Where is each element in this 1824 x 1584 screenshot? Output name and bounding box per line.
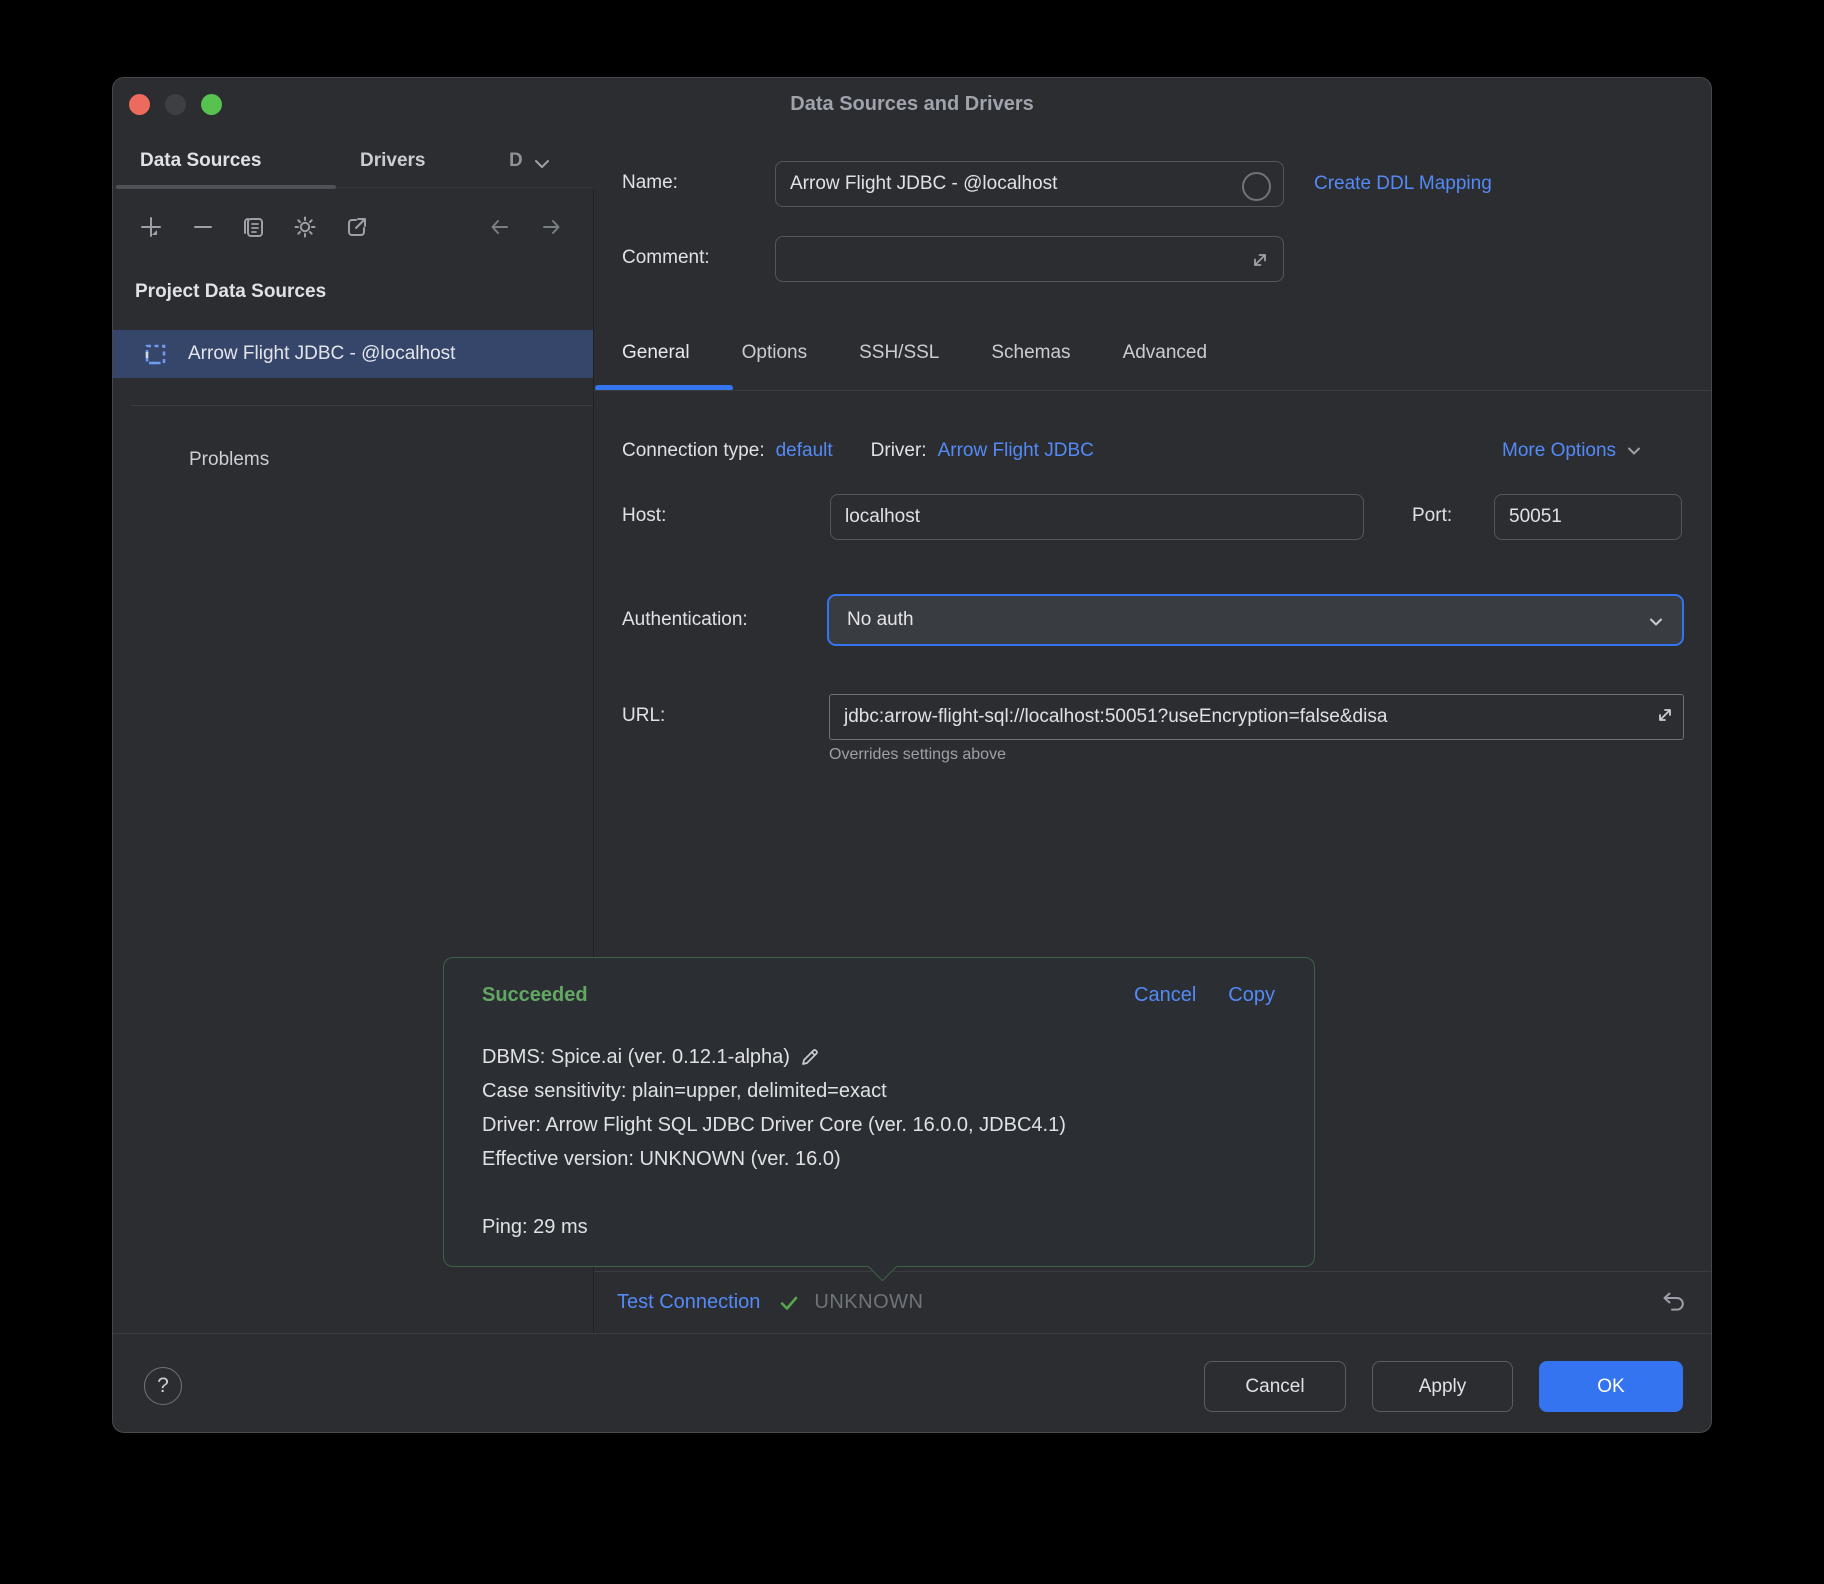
url-label: URL: bbox=[622, 705, 665, 727]
tab-data-sources[interactable]: Data Sources bbox=[140, 150, 261, 172]
tab-schemas[interactable]: Schemas bbox=[991, 342, 1070, 364]
titlebar: Data Sources and Drivers bbox=[113, 78, 1711, 140]
tab-advanced[interactable]: Advanced bbox=[1123, 342, 1208, 364]
question-mark-icon: ? bbox=[157, 1374, 169, 1398]
expand-icon[interactable] bbox=[1650, 700, 1680, 730]
more-options-link[interactable]: More Options bbox=[1502, 440, 1644, 462]
url-value: jdbc:arrow-flight-sql://localhost:50051?… bbox=[844, 706, 1387, 728]
host-value: localhost bbox=[845, 506, 920, 528]
status-succeeded: Succeeded bbox=[482, 984, 588, 1007]
form-tabs-divider bbox=[593, 390, 1712, 391]
tree-item-label: Arrow Flight JDBC - @localhost bbox=[188, 343, 455, 365]
project-data-sources-header: Project Data Sources bbox=[135, 281, 326, 303]
popup-body: DBMS: Spice.ai (ver. 0.12.1-alpha) Case … bbox=[482, 1040, 1284, 1244]
problems-label[interactable]: Problems bbox=[189, 449, 269, 471]
data-source-properties-button[interactable] bbox=[289, 211, 321, 243]
test-connection-link[interactable]: Test Connection bbox=[617, 1291, 760, 1314]
name-input[interactable]: Arrow Flight JDBC - @localhost bbox=[775, 161, 1284, 207]
authentication-label: Authentication: bbox=[622, 609, 748, 631]
driver-line: Driver: Arrow Flight SQL JDBC Driver Cor… bbox=[482, 1108, 1066, 1142]
dbms-line: DBMS: Spice.ai (ver. 0.12.1-alpha) bbox=[482, 1040, 790, 1074]
port-label: Port: bbox=[1412, 505, 1452, 527]
back-button[interactable] bbox=[484, 211, 516, 243]
case-sensitivity-line: Case sensitivity: plain=upper, delimited… bbox=[482, 1074, 887, 1108]
footer-divider bbox=[113, 1333, 1712, 1334]
comment-input[interactable] bbox=[775, 236, 1284, 282]
open-in-new-window-button[interactable] bbox=[341, 211, 373, 243]
authentication-value: No auth bbox=[847, 609, 914, 631]
tab-general[interactable]: General bbox=[622, 342, 690, 364]
tab-overflow-chevron-down-icon[interactable] bbox=[531, 153, 553, 175]
effective-version-line: Effective version: UNKNOWN (ver. 16.0) bbox=[482, 1142, 841, 1176]
create-ddl-mapping-link[interactable]: Create DDL Mapping bbox=[1314, 173, 1492, 195]
tab-drivers[interactable]: Drivers bbox=[360, 150, 426, 172]
port-value: 50051 bbox=[1509, 506, 1562, 528]
popup-cancel-link[interactable]: Cancel bbox=[1134, 984, 1196, 1007]
tab-ssh-ssl[interactable]: SSH/SSL bbox=[859, 342, 939, 364]
more-options-label: More Options bbox=[1502, 440, 1616, 462]
url-hint: Overrides settings above bbox=[829, 746, 1006, 764]
revert-button[interactable] bbox=[1659, 1288, 1689, 1318]
sidebar-divider bbox=[131, 405, 593, 406]
test-result-text: UNKNOWN bbox=[814, 1291, 923, 1314]
sidebar-toolbar bbox=[113, 211, 593, 245]
connection-type-label: Connection type: bbox=[622, 440, 765, 462]
sidebar-tabstrip: Data Sources Drivers D bbox=[113, 140, 593, 190]
tab-options[interactable]: Options bbox=[742, 342, 807, 364]
help-button[interactable]: ? bbox=[144, 1367, 182, 1405]
host-label: Host: bbox=[622, 505, 666, 527]
host-input[interactable]: localhost bbox=[830, 494, 1364, 540]
test-connection-row: Test Connection UNKNOWN bbox=[593, 1272, 1712, 1333]
driver-label: Driver: bbox=[871, 440, 927, 462]
apply-button[interactable]: Apply bbox=[1372, 1361, 1513, 1412]
cancel-button[interactable]: Cancel bbox=[1204, 1361, 1346, 1412]
expand-icon[interactable] bbox=[1246, 246, 1274, 274]
data-source-icon bbox=[143, 342, 168, 367]
duplicate-button[interactable] bbox=[237, 211, 269, 243]
active-tab-indicator bbox=[116, 185, 336, 189]
data-sources-dialog: Data Sources and Drivers Data Sources Dr… bbox=[112, 77, 1712, 1433]
authentication-select[interactable]: No auth bbox=[827, 594, 1684, 646]
test-connection-popup: Succeeded Cancel Copy DBMS: Spice.ai (ve… bbox=[443, 957, 1315, 1267]
chevron-down-icon bbox=[1646, 612, 1666, 632]
driver-value[interactable]: Arrow Flight JDBC bbox=[938, 440, 1094, 462]
add-data-source-button[interactable] bbox=[135, 211, 167, 243]
form-tabstrip: General Options SSH/SSL Schemas Advanced bbox=[622, 342, 1207, 364]
ping-line: Ping: 29 ms bbox=[482, 1210, 588, 1244]
progress-spinner-icon bbox=[1242, 172, 1271, 201]
tree-item-arrow-flight-jdbc[interactable]: Arrow Flight JDBC - @localhost bbox=[113, 330, 593, 378]
ok-button[interactable]: OK bbox=[1539, 1361, 1683, 1412]
port-input[interactable]: 50051 bbox=[1494, 494, 1682, 540]
remove-data-source-button[interactable] bbox=[187, 211, 219, 243]
pencil-icon[interactable] bbox=[798, 1045, 822, 1069]
undo-icon bbox=[1659, 1288, 1689, 1318]
name-value: Arrow Flight JDBC - @localhost bbox=[790, 173, 1057, 195]
connection-type-row: Connection type: default Driver: Arrow F… bbox=[622, 440, 1094, 462]
tab-ddl-mappings-truncated[interactable]: D bbox=[509, 150, 531, 172]
check-icon bbox=[776, 1290, 802, 1316]
window-title: Data Sources and Drivers bbox=[113, 93, 1711, 116]
forward-button[interactable] bbox=[535, 211, 567, 243]
chevron-down-icon bbox=[1624, 441, 1644, 461]
name-label: Name: bbox=[622, 172, 678, 194]
url-input[interactable]: jdbc:arrow-flight-sql://localhost:50051?… bbox=[829, 694, 1684, 740]
comment-label: Comment: bbox=[622, 247, 710, 269]
connection-type-value[interactable]: default bbox=[776, 440, 833, 462]
popup-copy-link[interactable]: Copy bbox=[1228, 984, 1275, 1007]
